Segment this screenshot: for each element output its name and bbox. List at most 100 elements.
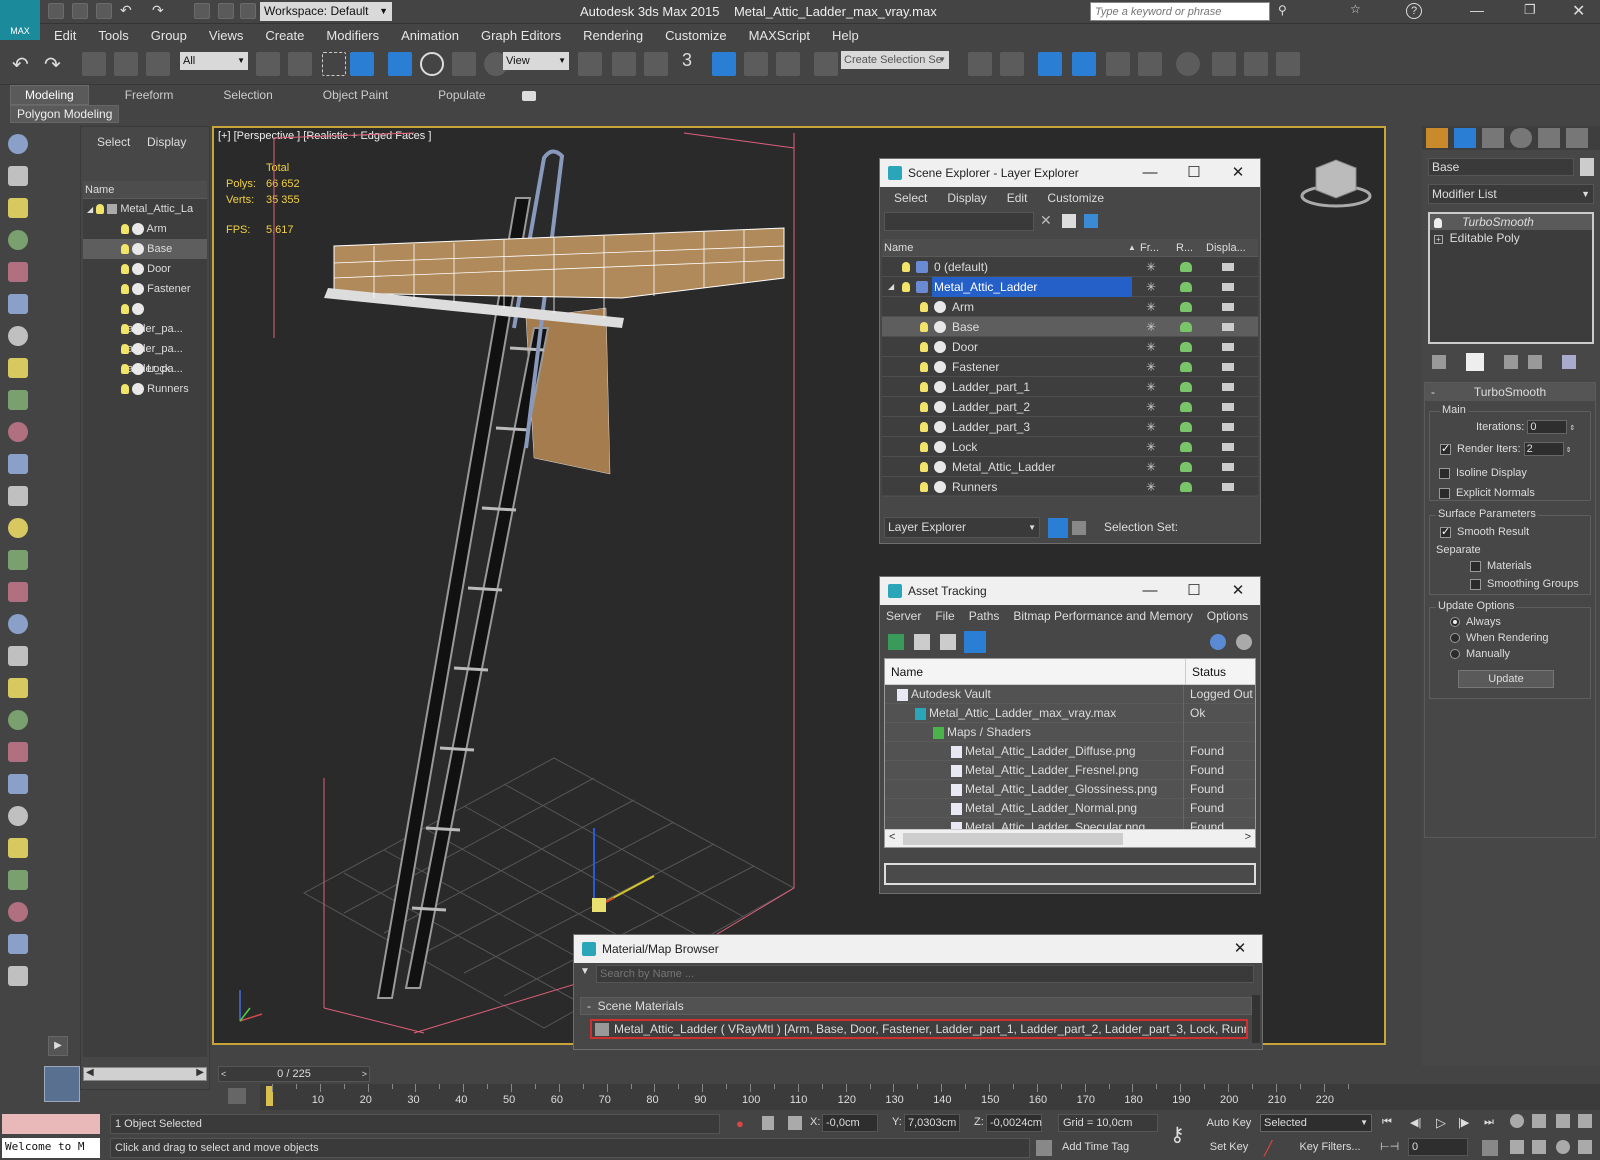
motion-tab-icon[interactable] bbox=[1510, 128, 1532, 148]
close-button[interactable]: ✕ bbox=[1572, 1, 1585, 21]
freeze-icon[interactable]: ✳ bbox=[1146, 417, 1156, 437]
scene-item-row[interactable]: Ladder_pa... bbox=[83, 339, 207, 375]
key-filters-button[interactable]: Key Filters... bbox=[1290, 1138, 1370, 1156]
isoline-display-checkbox[interactable] bbox=[1439, 467, 1450, 479]
thumbnail-view-icon[interactable] bbox=[940, 634, 956, 650]
col-name[interactable]: Name bbox=[884, 239, 913, 257]
display-mode-icon[interactable] bbox=[1222, 443, 1234, 451]
new-icon[interactable] bbox=[48, 3, 64, 19]
torus-icon[interactable] bbox=[8, 454, 28, 474]
layer-row[interactable]: Ladder_part_1 ✳ bbox=[882, 377, 1258, 397]
light-bulb-icon[interactable] bbox=[121, 384, 129, 395]
minimize-button[interactable]: — bbox=[1470, 2, 1484, 18]
menu-help[interactable]: Help bbox=[832, 28, 859, 43]
minimize-button[interactable]: — bbox=[1128, 159, 1172, 187]
asset-menu-paths[interactable]: Paths bbox=[969, 609, 1000, 623]
scene-item-row[interactable]: Arm bbox=[83, 219, 207, 239]
smoothing-groups-checkbox[interactable] bbox=[1470, 578, 1481, 590]
layer-row[interactable]: ◢ Metal_Attic_Ladder ✳ bbox=[882, 277, 1258, 297]
asset-hscroll[interactable]: < > bbox=[885, 829, 1255, 847]
menu-views[interactable]: Views bbox=[209, 28, 243, 43]
magnifier-icon[interactable] bbox=[8, 870, 28, 890]
display-mode-icon[interactable] bbox=[1222, 323, 1234, 331]
light-bulb-icon[interactable] bbox=[920, 442, 928, 452]
light-bulb-icon[interactable] bbox=[902, 282, 910, 292]
when-rendering-radio[interactable] bbox=[1450, 633, 1460, 644]
scene-item-row[interactable]: Door bbox=[83, 259, 207, 279]
set-key-mode-icon[interactable]: ╱ bbox=[1264, 1140, 1272, 1157]
asset-row[interactable]: Metal_Attic_Ladder_max_vray.max Ok bbox=[885, 704, 1255, 723]
prev-frame-icon[interactable]: ◀| bbox=[1410, 1116, 1421, 1129]
layer-explorer-titlebar[interactable]: Scene Explorer - Layer Explorer — ☐ ✕ bbox=[880, 159, 1260, 187]
col-frozen[interactable]: Fr... bbox=[1140, 239, 1159, 257]
asset-row[interactable]: Metal_Attic_Ladder_Fresnel.png Found bbox=[885, 761, 1255, 780]
save-icon[interactable] bbox=[96, 3, 112, 19]
bone-icon[interactable] bbox=[8, 646, 28, 666]
light-bulb-icon[interactable] bbox=[920, 362, 928, 372]
expand-icon[interactable]: + bbox=[1434, 235, 1443, 244]
open-icon[interactable] bbox=[72, 3, 88, 19]
binoculars-icon[interactable]: ⚲ bbox=[1278, 3, 1287, 17]
scroll-thumb[interactable] bbox=[903, 833, 1123, 845]
layer-row[interactable]: Metal_Attic_Ladder ✳ bbox=[882, 457, 1258, 477]
list-view-icon[interactable] bbox=[914, 634, 930, 650]
toggle-layer-explorer-icon[interactable] bbox=[1072, 52, 1096, 76]
collapse-icon[interactable]: ◢ bbox=[888, 277, 894, 297]
object-name-field[interactable]: Base bbox=[1428, 158, 1574, 176]
z-coordinate-field[interactable]: -0,0024cm bbox=[986, 1114, 1042, 1132]
asset-menu-server[interactable]: Server bbox=[886, 609, 921, 623]
ribbon-tab-populate[interactable]: Populate bbox=[424, 86, 499, 104]
layer-row[interactable]: Door ✳ bbox=[882, 337, 1258, 357]
time-slider[interactable]: < 0 / 225 > bbox=[218, 1066, 370, 1082]
sun-icon[interactable] bbox=[8, 550, 28, 570]
layout-icon[interactable] bbox=[240, 3, 256, 19]
layer-row[interactable]: Ladder_part_2 ✳ bbox=[882, 397, 1258, 417]
object-color-swatch[interactable] bbox=[1580, 158, 1594, 176]
box-icon[interactable] bbox=[8, 390, 28, 410]
col-render[interactable]: R... bbox=[1176, 239, 1193, 257]
menu-edit[interactable]: Edit bbox=[54, 28, 76, 43]
zoom-extents-icon[interactable] bbox=[1556, 1114, 1570, 1128]
shade-sphere-icon[interactable] bbox=[8, 838, 28, 858]
zoom-extents-all-icon[interactable] bbox=[1578, 1114, 1592, 1128]
pin-stack-icon[interactable] bbox=[1432, 355, 1446, 369]
light-bulb-icon[interactable] bbox=[121, 364, 129, 375]
layer-row[interactable]: Base ✳ bbox=[882, 317, 1258, 337]
light-bulb-icon[interactable] bbox=[121, 304, 129, 315]
collapse-icon[interactable]: - bbox=[587, 999, 591, 1013]
display-mode-icon[interactable] bbox=[1222, 363, 1234, 371]
y-coordinate-field[interactable]: 7,0303cm bbox=[904, 1114, 960, 1132]
schematic-view-icon[interactable] bbox=[1138, 52, 1162, 76]
set-key-button[interactable]: Set Key bbox=[1204, 1138, 1254, 1156]
render-teapot-icon[interactable] bbox=[1180, 362, 1192, 372]
angle-snap-icon[interactable] bbox=[712, 52, 736, 76]
light-bulb-icon[interactable] bbox=[902, 262, 910, 272]
smooth-result-checkbox[interactable] bbox=[1440, 525, 1451, 538]
ribbon-options-icon[interactable] bbox=[521, 90, 536, 101]
table-view-icon[interactable] bbox=[964, 631, 986, 653]
always-radio[interactable] bbox=[1450, 617, 1460, 628]
spinner-snap-icon[interactable] bbox=[776, 52, 800, 76]
named-selection-dropdown[interactable]: Create Selection Se ▼ bbox=[841, 51, 949, 69]
light-bulb-icon[interactable] bbox=[121, 244, 129, 255]
reference-coordinate-dropdown[interactable]: View ▼ bbox=[503, 52, 569, 70]
asset-row[interactable]: Metal_Attic_Ladder_Diffuse.png Found bbox=[885, 742, 1255, 761]
modify-tab-icon[interactable] bbox=[1454, 128, 1476, 148]
star-icon[interactable]: ☆ bbox=[1350, 2, 1361, 16]
ribbon-tab-modeling[interactable]: Modeling bbox=[10, 85, 89, 105]
freeze-icon[interactable]: ✳ bbox=[1146, 437, 1156, 457]
render-setup-icon[interactable] bbox=[1212, 52, 1236, 76]
pivot-center-icon[interactable] bbox=[578, 52, 602, 76]
display-mode-icon[interactable] bbox=[1222, 263, 1234, 271]
time-slider-next-icon[interactable]: > bbox=[362, 1067, 367, 1081]
light-bulb-icon[interactable] bbox=[920, 322, 928, 332]
light-bulb-icon[interactable] bbox=[121, 224, 129, 235]
render-teapot-icon[interactable] bbox=[1180, 342, 1192, 352]
scene-root-row[interactable]: ◢ Metal_Attic_La bbox=[83, 199, 207, 219]
asset-row[interactable]: Maps / Shaders bbox=[885, 723, 1255, 742]
material-search-input[interactable] bbox=[596, 965, 1254, 983]
current-frame-field[interactable]: 0 bbox=[1408, 1138, 1468, 1156]
scene-hscroll[interactable]: ◀ ▶ bbox=[83, 1067, 207, 1081]
stack-item-editable-poly[interactable]: + Editable Poly bbox=[1430, 230, 1592, 246]
mirror-icon[interactable] bbox=[968, 52, 992, 76]
